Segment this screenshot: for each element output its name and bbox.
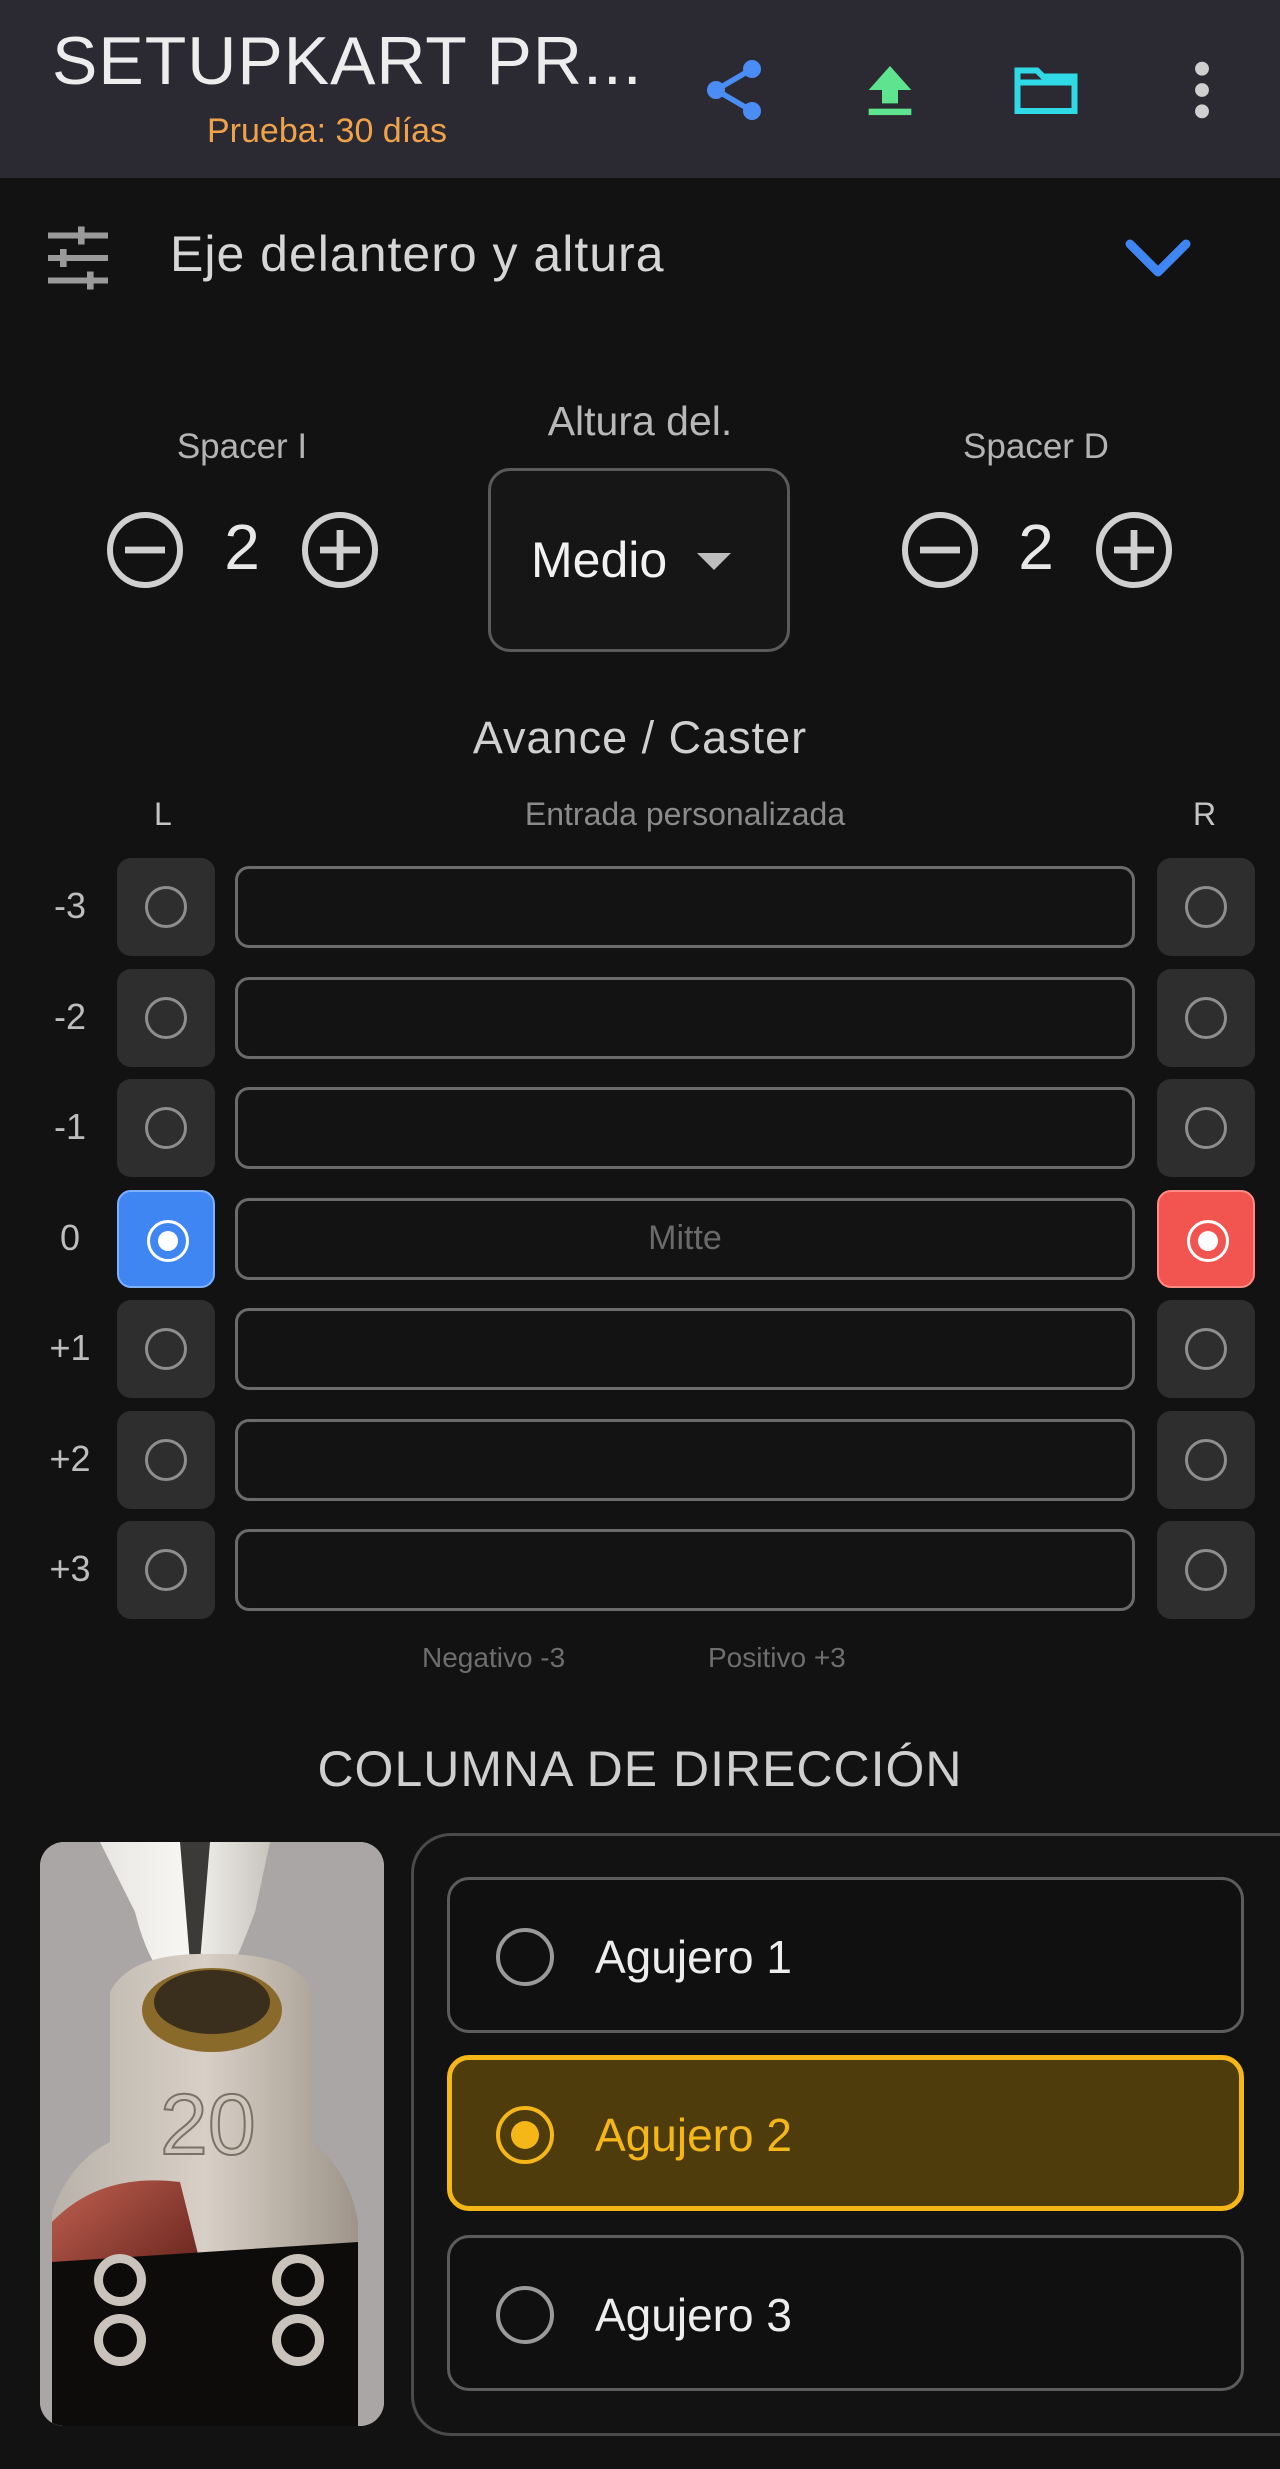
radio-icon xyxy=(1187,1219,1229,1262)
photo-engraving: 20 xyxy=(160,2077,256,2173)
steering-hole-label: Agujero 1 xyxy=(595,1931,792,1983)
radio-icon xyxy=(1185,1549,1227,1591)
more-vert-icon[interactable] xyxy=(1160,48,1244,132)
app-bar: SETUPKART PR... Prueba: 30 días xyxy=(0,0,1280,178)
radio-icon xyxy=(1185,996,1227,1039)
caster-right-radio[interactable] xyxy=(1157,1410,1255,1509)
caster-custom-input[interactable] xyxy=(235,1529,1135,1611)
caster-row-label: +3 xyxy=(49,1548,91,1589)
caster-row-label: +2 xyxy=(49,1437,91,1479)
caster-col-custom: Entrada personalizada xyxy=(524,796,846,832)
spacer-left-label: Spacer I xyxy=(176,427,308,466)
caster-row-label: 0 xyxy=(59,1216,81,1258)
caster-row-label: +1 xyxy=(49,1327,91,1368)
steering-hole-label: Agujero 2 xyxy=(595,2109,792,2161)
caster-left-radio[interactable] xyxy=(117,1300,215,1398)
caster-col-right: R xyxy=(1193,796,1217,832)
caster-custom-input[interactable] xyxy=(235,866,1135,948)
radio-icon xyxy=(145,996,187,1039)
front-height-dropdown[interactable]: Medio xyxy=(488,468,790,652)
trial-status: Prueba: 30 días xyxy=(207,112,448,150)
caster-right-radio[interactable] xyxy=(1157,1521,1255,1619)
radio-icon xyxy=(145,1328,187,1370)
radio-icon xyxy=(145,1549,187,1591)
radio-icon xyxy=(147,1219,189,1262)
caster-custom-input[interactable] xyxy=(235,1087,1135,1169)
steering-hole-option[interactable]: Agujero 2 xyxy=(447,2055,1244,2211)
caster-left-radio[interactable] xyxy=(117,1521,215,1619)
radio-icon xyxy=(1185,1438,1227,1481)
steering-column-photo: 20 xyxy=(40,1842,384,2426)
caster-custom-input[interactable] xyxy=(235,1197,1135,1280)
chevron-down-icon[interactable] xyxy=(1118,228,1198,288)
dropdown-arrow-icon xyxy=(697,553,731,570)
radio-icon xyxy=(496,2106,554,2164)
section-title: Eje delantero y altura xyxy=(170,226,665,282)
caster-col-left: L xyxy=(154,796,172,832)
upload-icon[interactable] xyxy=(848,48,932,132)
steering-hole-option[interactable]: Agujero 1 xyxy=(447,1877,1244,2033)
steering-hole-option[interactable]: Agujero 3 xyxy=(447,2235,1244,2391)
caster-row-label: -3 xyxy=(53,885,86,926)
caster-left-radio[interactable] xyxy=(117,1079,215,1177)
caster-right-radio[interactable] xyxy=(1157,1189,1255,1288)
radio-icon xyxy=(1185,1328,1227,1370)
radio-icon xyxy=(496,1928,554,1986)
caster-right-radio[interactable] xyxy=(1157,858,1255,956)
caster-right-radio[interactable] xyxy=(1157,1300,1255,1398)
radio-icon xyxy=(1185,886,1227,928)
caster-left-radio[interactable] xyxy=(117,968,215,1067)
radio-icon xyxy=(145,1438,187,1481)
spacer-left-decrement-button[interactable] xyxy=(105,510,185,590)
radio-icon xyxy=(145,1107,187,1149)
caster-row-label: -1 xyxy=(53,1106,86,1147)
front-height-label: Altura del. xyxy=(547,398,733,444)
radio-icon xyxy=(145,886,187,928)
caster-custom-input[interactable] xyxy=(235,1308,1135,1390)
caster-left-radio[interactable] xyxy=(117,1189,215,1288)
caster-left-radio[interactable] xyxy=(117,1410,215,1509)
caster-hint-negative: Negativo -3 xyxy=(422,1642,566,1673)
caster-row-label: -2 xyxy=(53,995,86,1037)
radio-icon xyxy=(496,2286,554,2344)
spacer-right-increment-button[interactable] xyxy=(1094,510,1174,590)
app-title: SETUPKART PR... xyxy=(52,23,643,99)
spacer-left-value: 2 xyxy=(224,511,260,583)
spacer-right-label: Spacer D xyxy=(963,427,1109,466)
caster-right-radio[interactable] xyxy=(1157,968,1255,1067)
folder-icon[interactable] xyxy=(1004,48,1088,132)
caster-custom-input[interactable] xyxy=(235,1418,1135,1501)
caster-hint-positive: Positivo +3 xyxy=(708,1642,846,1673)
caster-right-radio[interactable] xyxy=(1157,1079,1255,1177)
share-icon[interactable] xyxy=(692,48,776,132)
spacer-right-decrement-button[interactable] xyxy=(900,510,980,590)
radio-icon xyxy=(1185,1107,1227,1149)
tune-icon xyxy=(48,226,108,290)
front-height-value: Medio xyxy=(531,532,668,588)
caster-left-radio[interactable] xyxy=(117,858,215,956)
spacer-left-increment-button[interactable] xyxy=(300,510,380,590)
caster-custom-input[interactable] xyxy=(235,976,1135,1059)
caster-title: Avance / Caster xyxy=(472,712,808,763)
steering-column-title: COLUMNA DE DIRECCIÓN xyxy=(317,1741,963,1797)
steering-hole-label: Agujero 3 xyxy=(595,2289,792,2341)
spacer-right-value: 2 xyxy=(1018,511,1054,583)
